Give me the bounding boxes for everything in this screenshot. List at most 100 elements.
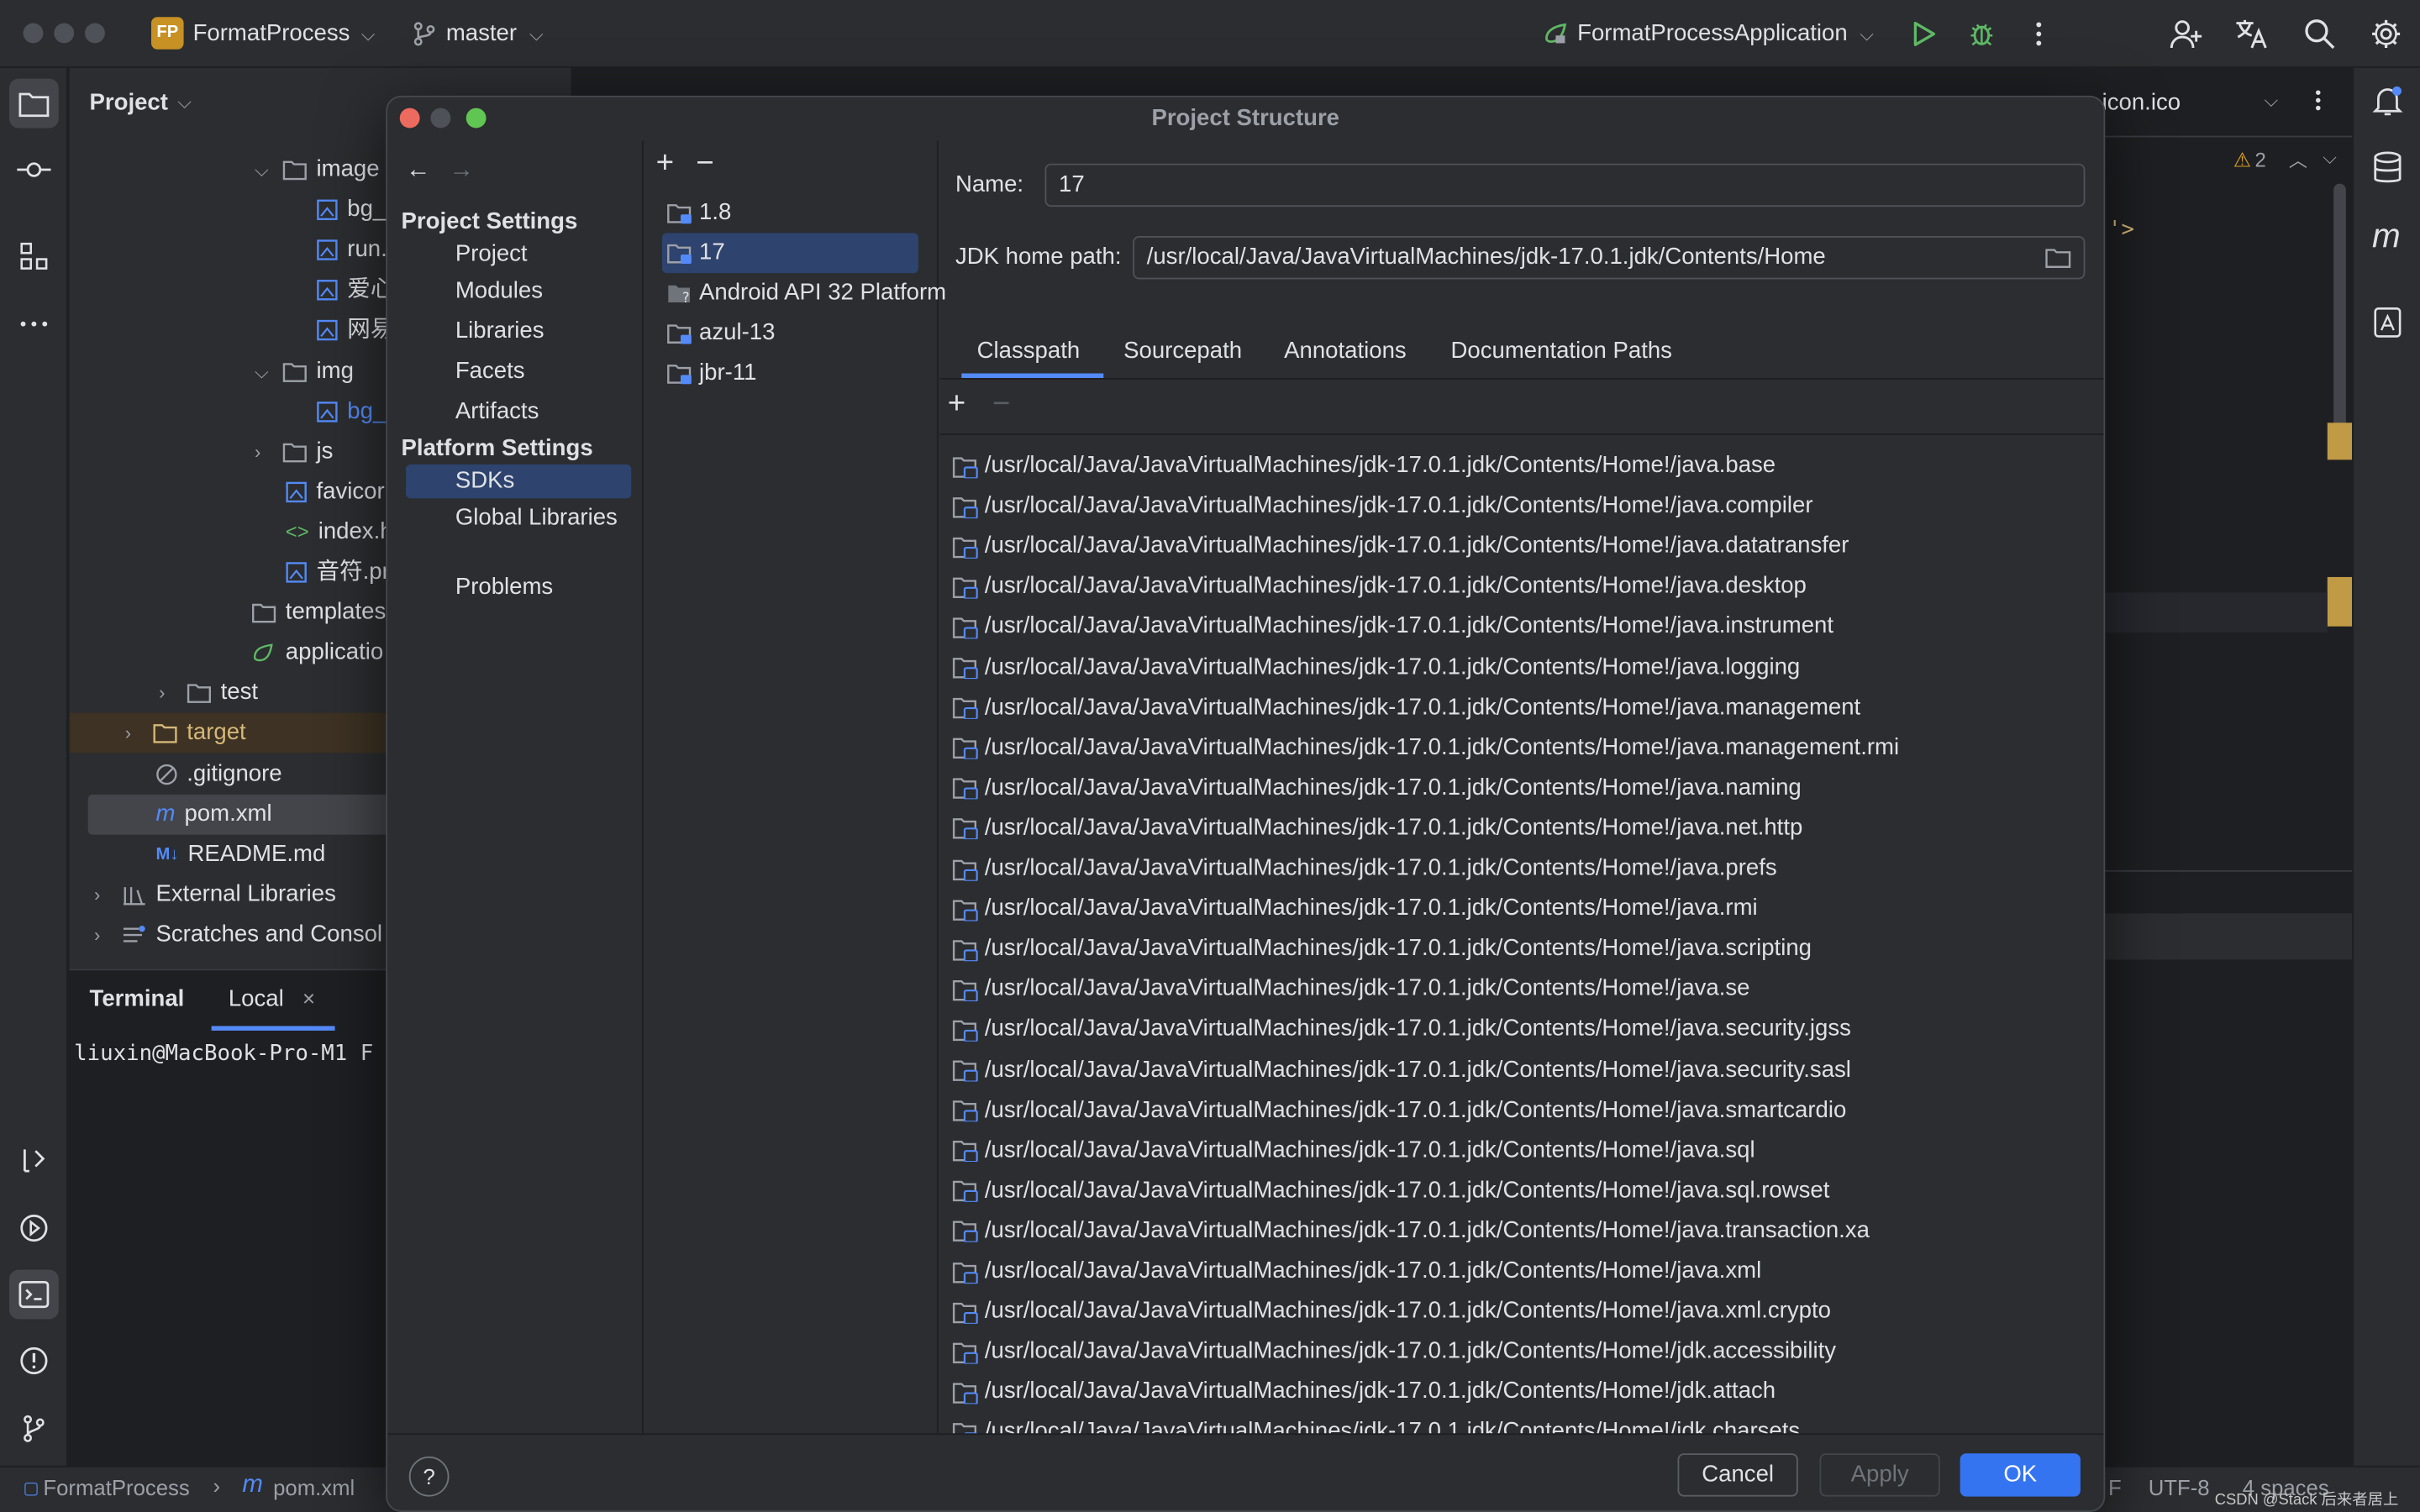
nav-artifacts[interactable]: Artifacts [406, 395, 631, 428]
classpath-row[interactable]: /usr/local/Java/JavaVirtualMachines/jdk-… [952, 969, 1750, 1010]
branch-dropdown[interactable]: master [446, 20, 517, 46]
jdk-home-input[interactable]: /usr/local/Java/JavaVirtualMachines/jdk-… [1133, 236, 2086, 280]
help-button[interactable]: ? [408, 1456, 450, 1497]
project-badge[interactable]: FP [151, 17, 184, 50]
tree-item-readme[interactable]: M↓ README.md [156, 835, 326, 875]
tree-item-gitignore[interactable]: .gitignore [156, 754, 282, 795]
services-icon[interactable] [9, 1204, 59, 1253]
nav-libraries[interactable]: Libraries [406, 315, 631, 349]
classpath-row[interactable]: /usr/local/Java/JavaVirtualMachines/jdk-… [952, 929, 1812, 969]
project-tool-button[interactable] [9, 78, 59, 129]
remove-path-icon[interactable]: − [992, 387, 1010, 423]
search-icon[interactable] [2302, 17, 2336, 50]
project-name-dropdown[interactable]: FormatProcess [193, 20, 350, 46]
terminal-tab-local[interactable]: Local [229, 986, 284, 1012]
nav-problems[interactable]: Problems [406, 571, 631, 605]
tree-item-templates[interactable]: templates [251, 592, 386, 633]
problems-icon[interactable] [9, 1336, 59, 1386]
browse-folder-icon[interactable] [2045, 247, 2071, 269]
classpath-row[interactable]: /usr/local/Java/JavaVirtualMachines/jdk-… [952, 768, 1802, 808]
tree-item-application[interactable]: applicatio [251, 633, 383, 673]
build-icon[interactable] [9, 1136, 59, 1185]
sdk-item-1-8[interactable]: 1.8 [662, 193, 918, 234]
terminal-prompt[interactable]: liuxin@MacBook-Pro-M1 F [74, 1042, 373, 1066]
tab-annotations[interactable]: Annotations [1284, 338, 1407, 364]
remove-sdk-icon[interactable]: − [696, 146, 713, 181]
classpath-row[interactable]: /usr/local/Java/JavaVirtualMachines/jdk-… [952, 1372, 1776, 1412]
cancel-button[interactable]: Cancel [1677, 1453, 1798, 1497]
project-panel-title[interactable]: Project [90, 90, 168, 116]
classpath-row[interactable]: /usr/local/Java/JavaVirtualMachines/jdk-… [952, 527, 1849, 567]
classpath-row[interactable]: /usr/local/Java/JavaVirtualMachines/jdk-… [952, 648, 1800, 688]
nav-global-libraries[interactable]: Global Libraries [406, 501, 631, 535]
commit-icon[interactable] [9, 145, 59, 195]
more-vertical-icon[interactable] [2306, 88, 2330, 113]
structure-icon[interactable] [9, 232, 59, 281]
warning-count[interactable]: 2 [2254, 148, 2265, 171]
classpath-row[interactable]: /usr/local/Java/JavaVirtualMachines/jdk-… [952, 1252, 1761, 1292]
window-minimize-button[interactable] [54, 23, 75, 44]
error-stripe-marker[interactable] [2327, 576, 2353, 627]
nav-facets[interactable]: Facets [406, 354, 631, 388]
tree-item-scratches[interactable]: › Scratches and Consol [94, 915, 382, 955]
tree-item-test[interactable]: › test [159, 673, 258, 713]
nav-sdks[interactable]: SDKs [406, 464, 632, 499]
git-icon[interactable] [9, 1404, 59, 1453]
sdk-item-azul-13[interactable]: azul-13 [662, 313, 918, 354]
encoding-status[interactable]: UTF-8 [2149, 1475, 2210, 1499]
classpath-row[interactable]: /usr/local/Java/JavaVirtualMachines/jdk-… [952, 486, 1813, 527]
nav-modules[interactable]: Modules [406, 275, 631, 308]
tree-item-external-libraries[interactable]: › External Libraries [94, 874, 336, 915]
sdk-name-input[interactable]: 17 [1044, 163, 2086, 207]
tree-item-file[interactable]: run. [317, 230, 387, 270]
editor-tab-partial[interactable]: icon.ico [2102, 90, 2181, 116]
breadcrumb-file[interactable]: pom.xml [273, 1475, 355, 1499]
classpath-row[interactable]: /usr/local/Java/JavaVirtualMachines/jdk-… [952, 889, 1758, 929]
nav-project[interactable]: Project [406, 238, 631, 271]
editor-scrollbar[interactable] [2333, 183, 2346, 446]
tree-item-file[interactable]: 网易 [317, 310, 393, 350]
classpath-row[interactable]: /usr/local/Java/JavaVirtualMachines/jdk-… [952, 1171, 1829, 1211]
tree-item-target[interactable]: › target [125, 713, 246, 753]
sdk-item-jbr-11[interactable]: jbr-11 [662, 354, 918, 394]
translate-icon[interactable] [2233, 17, 2270, 50]
more-tools-icon[interactable] [9, 299, 59, 349]
tab-classpath[interactable]: Classpath [977, 338, 1081, 364]
tabs-dropdown-icon[interactable]: ⌵ [2264, 90, 2278, 113]
tree-item-file[interactable]: <> index.h [286, 512, 393, 553]
ok-button[interactable]: OK [1960, 1453, 2081, 1497]
classpath-row[interactable]: /usr/local/Java/JavaVirtualMachines/jdk-… [952, 1331, 1836, 1372]
add-sdk-icon[interactable]: + [656, 146, 674, 181]
maven-icon[interactable]: m [2372, 216, 2401, 256]
apply-button[interactable]: Apply [1819, 1453, 1940, 1497]
classpath-row[interactable]: /usr/local/Java/JavaVirtualMachines/jdk-… [952, 1131, 1755, 1171]
back-arrow-icon[interactable]: ← [406, 157, 430, 185]
settings-gear-icon[interactable] [2369, 17, 2402, 50]
debug-icon[interactable] [1968, 20, 1996, 48]
classpath-row[interactable]: /usr/local/Java/JavaVirtualMachines/jdk-… [952, 1010, 1851, 1050]
tree-item-file[interactable]: bg_ [317, 190, 386, 230]
classpath-row[interactable]: /usr/local/Java/JavaVirtualMachines/jdk-… [952, 808, 1802, 848]
tree-item-pom[interactable]: m pom.xml [156, 795, 272, 835]
breadcrumb-project[interactable]: FormatProcess [43, 1475, 189, 1499]
notifications-icon[interactable] [2370, 83, 2404, 117]
classpath-row[interactable]: /usr/local/Java/JavaVirtualMachines/jdk-… [952, 1412, 1800, 1434]
window-zoom-button[interactable] [85, 23, 105, 44]
line-separator-status[interactable]: F [2108, 1475, 2122, 1499]
classpath-row[interactable]: /usr/local/Java/JavaVirtualMachines/jdk-… [952, 1050, 1851, 1090]
classpath-row[interactable]: /usr/local/Java/JavaVirtualMachines/jdk-… [952, 1292, 1831, 1332]
tree-item-file[interactable]: bg_ [317, 392, 386, 433]
tree-item-js[interactable]: › js [255, 432, 333, 472]
run-icon[interactable] [1909, 20, 1937, 48]
error-stripe-marker[interactable] [2327, 423, 2353, 460]
code-with-me-icon[interactable] [2169, 17, 2202, 50]
sdk-item-17[interactable]: 17 [661, 233, 918, 274]
chevron-down-icon[interactable]: ⌵ [2323, 146, 2337, 170]
run-config-dropdown[interactable]: FormatProcessApplication [1577, 20, 1848, 46]
ai-assistant-icon[interactable] [2372, 306, 2403, 339]
classpath-row[interactable]: /usr/local/Java/JavaVirtualMachines/jdk-… [952, 848, 1777, 889]
sdk-item-android[interactable]: ? Android API 32 Platform [662, 273, 955, 313]
classpath-row[interactable]: /usr/local/Java/JavaVirtualMachines/jdk-… [952, 1090, 1846, 1131]
tab-documentation-paths[interactable]: Documentation Paths [1451, 338, 1672, 364]
forward-arrow-icon[interactable]: → [449, 157, 473, 185]
